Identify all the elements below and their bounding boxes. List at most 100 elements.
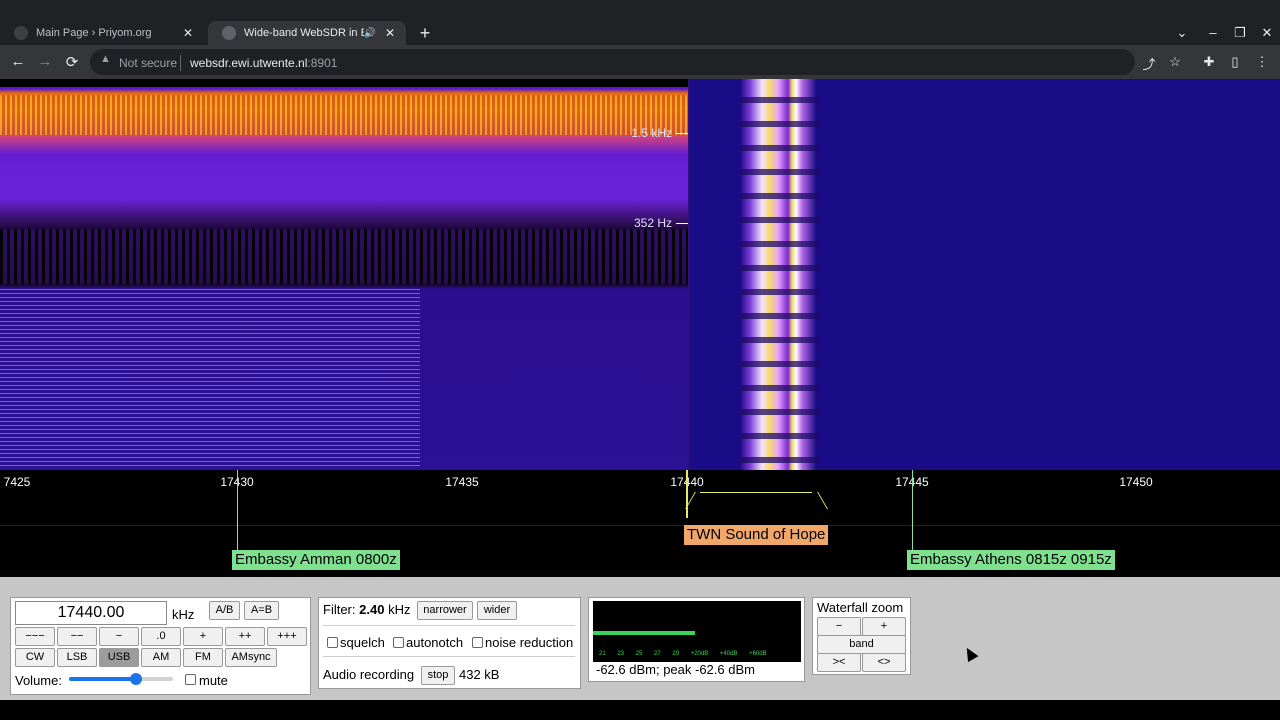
ab-button[interactable]: A/B [209, 601, 240, 620]
waterfall-carrier-gaps [740, 79, 820, 470]
extensions-icon[interactable]: ✚ [1200, 54, 1218, 70]
bottom-bar [0, 700, 1280, 720]
smeter-level-bar [593, 631, 695, 635]
step-up-large-button[interactable]: +++ [267, 627, 307, 646]
step-down-large-button[interactable]: −−− [15, 627, 55, 646]
station-label-twn[interactable]: TWN Sound of Hope [684, 525, 829, 545]
browser-tab-bar: Main Page › Priyom.org ✕ Wide-band WebSD… [0, 0, 1280, 45]
back-icon[interactable]: ← [8, 53, 28, 70]
passband-right-edge[interactable] [805, 492, 828, 509]
filter-divider [323, 656, 575, 657]
step-down-medium-button[interactable]: −− [57, 627, 97, 646]
volume-fill [69, 677, 136, 681]
marker-label: 352 Hz [633, 216, 672, 230]
waterfall-signal-band [0, 95, 690, 135]
marker-tick [676, 223, 688, 225]
tick-label: 17450 [1119, 475, 1153, 489]
mute-checkbox[interactable] [185, 674, 196, 685]
waterfall-stripes [0, 289, 420, 469]
noise-reduction-checkbox[interactable] [472, 637, 483, 648]
security-label[interactable]: Not secure [119, 56, 177, 70]
step-up-small-button[interactable]: + [183, 627, 223, 646]
zoom-out-button[interactable]: − [817, 617, 861, 636]
mode-cw-button[interactable]: CW [15, 648, 55, 667]
filter-readout: Filter: 2.40 kHz [323, 602, 410, 617]
filter-label: Filter: [323, 602, 356, 617]
tab-close-icon[interactable]: ✕ [180, 26, 196, 40]
menu-icon[interactable]: ⋮ [1253, 54, 1271, 70]
squelch-checkbox[interactable] [327, 637, 338, 648]
tick-label: 7425 [3, 475, 31, 489]
station-label-athens[interactable]: Embassy Athens 0815z 0915z [907, 550, 1115, 570]
autonotch-checkbox[interactable] [393, 637, 404, 648]
filter-divider [323, 625, 575, 626]
close-window-icon[interactable]: ✕ [1257, 25, 1277, 41]
url-host: websdr.ewi.utwente.nl [190, 56, 308, 70]
omnibox-divider [180, 55, 181, 71]
autonotch-label: autonotch [406, 635, 464, 650]
url-text[interactable]: websdr.ewi.utwente.nl:8901 [190, 56, 337, 70]
forward-icon[interactable]: → [35, 53, 55, 70]
minimize-icon[interactable]: – [1203, 25, 1223, 40]
step-up-medium-button[interactable]: ++ [225, 627, 265, 646]
reload-icon[interactable]: ⟳ [62, 53, 82, 71]
narrower-button[interactable]: narrower [417, 601, 473, 620]
a-equals-b-button[interactable]: A=B [244, 601, 279, 620]
favicon-icon [222, 26, 236, 40]
warning-icon[interactable]: ▲ [100, 53, 111, 65]
share-icon[interactable]: ⤴ [1140, 54, 1158, 73]
bookmark-star-icon[interactable]: ☆ [1166, 54, 1184, 70]
side-panel-icon[interactable]: ▯ [1226, 54, 1244, 70]
wider-button[interactable]: wider [477, 601, 517, 620]
squelch-label: squelch [340, 635, 385, 650]
station-line [237, 470, 238, 550]
round-button[interactable]: .0 [141, 627, 181, 646]
zoom-band-button[interactable]: band [817, 635, 906, 654]
tab-title: Wide-band WebSDR in Enschede [244, 27, 364, 39]
marker-tick [676, 133, 688, 135]
smeter-scale: 21 23 25 27 29 +20dB +40dB +60dB [599, 651, 767, 657]
new-tab-button[interactable]: + [416, 24, 434, 42]
filter-panel: Filter: 2.40 kHz narrower wider squelch … [318, 597, 581, 689]
tab-close-icon[interactable]: ✕ [382, 26, 398, 40]
volume-thumb[interactable] [129, 673, 142, 685]
mode-am-button[interactable]: AM [141, 648, 181, 667]
tab-search-icon[interactable]: ⌄ [1172, 25, 1192, 41]
audio-recording-label: Audio recording [323, 667, 415, 682]
filter-bandwidth: 2.40 [359, 602, 385, 617]
mode-fm-button[interactable]: FM [183, 648, 223, 667]
mode-lsb-button[interactable]: LSB [57, 648, 97, 667]
waterfall-zoom-panel: Waterfall zoom − + band >< <> [812, 597, 911, 675]
tab-websdr[interactable]: Wide-band WebSDR in Enschede 🔊 ✕ [208, 21, 406, 45]
waterfall-zoom-title: Waterfall zoom [817, 600, 904, 615]
smeter-panel: 21 23 25 27 29 +20dB +40dB +60dB -62.6 d… [588, 597, 805, 682]
tab-priyom[interactable]: Main Page › Priyom.org ✕ [0, 21, 204, 45]
tab-title: Main Page › Priyom.org [36, 27, 152, 39]
waterfall-display[interactable]: 1.5 kHz 352 Hz [0, 79, 1280, 470]
zoom-wide-button[interactable]: <> [862, 653, 906, 672]
waterfall-marker: 1.5 kHz [631, 126, 688, 140]
filter-unit: kHz [388, 602, 411, 617]
passband-top [700, 492, 812, 493]
mode-amsync-button[interactable]: AMsync [225, 648, 277, 667]
volume-slider[interactable] [69, 673, 173, 685]
smeter-readout: -62.6 dBm; peak -62.6 dBm [596, 662, 755, 677]
mode-usb-button[interactable]: USB [99, 648, 139, 667]
volume-label: Volume: [15, 673, 62, 688]
marker-label: 1.5 kHz [631, 126, 672, 140]
zoom-in-button[interactable]: + [862, 617, 906, 636]
passband-left-edge[interactable] [685, 492, 708, 509]
tuning-panel: 17440.00 kHz A/B A=B −−− −− − .0 + ++ ++… [10, 597, 311, 695]
zoom-narrow-button[interactable]: >< [817, 653, 861, 672]
passband-indicator[interactable] [685, 490, 828, 510]
station-label-amman[interactable]: Embassy Amman 0800z [232, 550, 400, 570]
restore-icon[interactable]: ❐ [1230, 25, 1250, 41]
frequency-input[interactable]: 17440.00 [15, 601, 167, 625]
step-down-small-button[interactable]: − [99, 627, 139, 646]
waterfall-noise [0, 229, 690, 284]
control-area: 17440.00 kHz A/B A=B −−− −− − .0 + ++ ++… [0, 577, 1280, 700]
stop-recording-button[interactable]: stop [421, 666, 455, 685]
frequency-scale[interactable]: 7425 17430 17435 17440 17445 17450 Embas… [0, 470, 1280, 577]
url-port: :8901 [307, 56, 338, 70]
speaker-icon[interactable]: 🔊 [364, 28, 376, 39]
